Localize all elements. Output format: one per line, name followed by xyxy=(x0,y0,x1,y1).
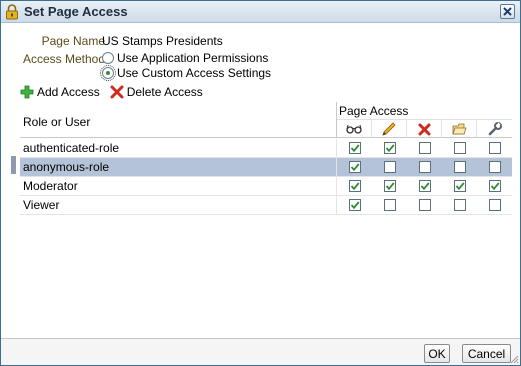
permission-checkbox[interactable] xyxy=(418,161,431,173)
check-icon xyxy=(385,182,394,191)
check-icon xyxy=(490,182,499,191)
lock-icon xyxy=(5,4,19,23)
page-access-header-label: Page Access xyxy=(339,104,409,118)
check-icon xyxy=(385,144,394,153)
dialog-title: Set Page Access xyxy=(24,4,128,19)
radio-custom-access-settings[interactable]: Use Custom Access Settings xyxy=(100,65,272,81)
permission-checkbox-checked[interactable] xyxy=(348,142,361,154)
permission-cell xyxy=(337,199,372,211)
role-name: authenticated-role xyxy=(20,138,337,158)
permission-checkbox-checked[interactable] xyxy=(488,180,501,192)
permission-cell xyxy=(477,199,512,211)
table-row[interactable]: Moderator xyxy=(20,176,512,196)
delete-access-button[interactable]: Delete Access xyxy=(110,85,203,99)
permission-cell xyxy=(407,180,442,192)
delete-x-icon xyxy=(110,85,124,99)
wrench-icon xyxy=(477,120,512,138)
permission-cell xyxy=(442,142,477,154)
page-name-value: US Stamps Presidents xyxy=(102,34,223,48)
page-access-column-header: Page Access xyxy=(337,102,512,138)
close-icon xyxy=(503,7,512,16)
role-header-label: Role or User xyxy=(23,115,91,129)
table-row[interactable]: authenticated-role xyxy=(20,138,512,158)
permission-checkbox-checked[interactable] xyxy=(348,180,361,192)
role-column-header[interactable]: Role or User xyxy=(20,102,337,138)
edit-pencil-icon xyxy=(372,120,407,138)
permission-cell xyxy=(442,180,477,192)
permission-checkbox[interactable] xyxy=(383,161,396,173)
permission-cell xyxy=(442,199,477,211)
access-method-label: Access Method xyxy=(22,52,105,66)
role-name: Viewer xyxy=(20,195,337,215)
permission-cell xyxy=(372,180,407,192)
resize-grip-icon[interactable] xyxy=(509,354,519,364)
permission-cell xyxy=(337,142,372,154)
permission-cell xyxy=(372,142,407,154)
permission-checkbox[interactable] xyxy=(418,142,431,154)
row-selection-marker xyxy=(11,156,16,174)
access-table: Role or User Page Access authenticated-r… xyxy=(20,102,512,215)
permission-checkbox[interactable] xyxy=(453,142,466,154)
permission-checkbox-checked[interactable] xyxy=(383,180,396,192)
radio-label: Use Application Permissions xyxy=(117,51,269,65)
radio-button[interactable] xyxy=(102,52,114,64)
check-icon xyxy=(455,182,464,191)
permission-cell xyxy=(372,161,407,173)
access-toolbar: Add Access Delete Access xyxy=(20,84,213,100)
delete-x-icon xyxy=(407,120,442,138)
permission-checkbox-checked[interactable] xyxy=(348,161,361,173)
permission-icons-header xyxy=(337,119,512,138)
permission-cell xyxy=(407,142,442,154)
permission-checkbox[interactable] xyxy=(488,199,501,211)
permission-cell xyxy=(442,161,477,173)
permission-checkbox-checked[interactable] xyxy=(383,142,396,154)
table-row[interactable]: anonymous-role xyxy=(20,157,512,177)
permission-cell xyxy=(477,142,512,154)
permission-checkbox[interactable] xyxy=(488,161,501,173)
permission-cell xyxy=(407,161,442,173)
permission-checkbox[interactable] xyxy=(418,199,431,211)
permission-checkbox-checked[interactable] xyxy=(348,199,361,211)
close-button[interactable] xyxy=(500,4,515,19)
check-icon xyxy=(420,182,429,191)
set-page-access-dialog: Set Page Access Page Name US Stamps Pres… xyxy=(0,0,521,366)
permission-cell xyxy=(407,199,442,211)
radio-application-permissions[interactable]: Use Application Permissions xyxy=(102,51,268,65)
permission-checkbox[interactable] xyxy=(453,199,466,211)
permission-checkbox-checked[interactable] xyxy=(418,180,431,192)
permission-cell xyxy=(477,180,512,192)
folder-icon xyxy=(442,120,477,138)
check-icon xyxy=(350,163,359,172)
ok-button[interactable]: OK xyxy=(424,344,450,363)
check-icon xyxy=(350,182,359,191)
permission-checkbox-checked[interactable] xyxy=(453,180,466,192)
page-name-label: Page Name xyxy=(41,34,105,48)
check-icon xyxy=(350,201,359,210)
permission-checkbox[interactable] xyxy=(383,199,396,211)
table-row[interactable]: Viewer xyxy=(20,195,512,215)
role-name: anonymous-role xyxy=(20,157,337,177)
radio-label: Use Custom Access Settings xyxy=(117,66,272,80)
cancel-button[interactable]: Cancel xyxy=(462,344,511,363)
view-glasses-icon xyxy=(337,120,372,138)
radio-button-selected[interactable] xyxy=(100,65,116,81)
delete-access-label: Delete Access xyxy=(126,85,203,99)
add-access-button[interactable]: Add Access xyxy=(20,85,100,99)
dialog-footer: OK Cancel xyxy=(1,338,520,365)
permission-cell xyxy=(337,161,372,173)
permission-cell xyxy=(337,180,372,192)
add-access-label: Add Access xyxy=(37,85,100,99)
check-icon xyxy=(350,144,359,153)
permission-checkbox[interactable] xyxy=(453,161,466,173)
permission-cell xyxy=(477,161,512,173)
role-name: Moderator xyxy=(20,176,337,196)
dialog-titlebar[interactable]: Set Page Access xyxy=(1,1,520,23)
plus-icon xyxy=(20,85,34,99)
permission-cell xyxy=(372,199,407,211)
permission-checkbox[interactable] xyxy=(488,142,501,154)
